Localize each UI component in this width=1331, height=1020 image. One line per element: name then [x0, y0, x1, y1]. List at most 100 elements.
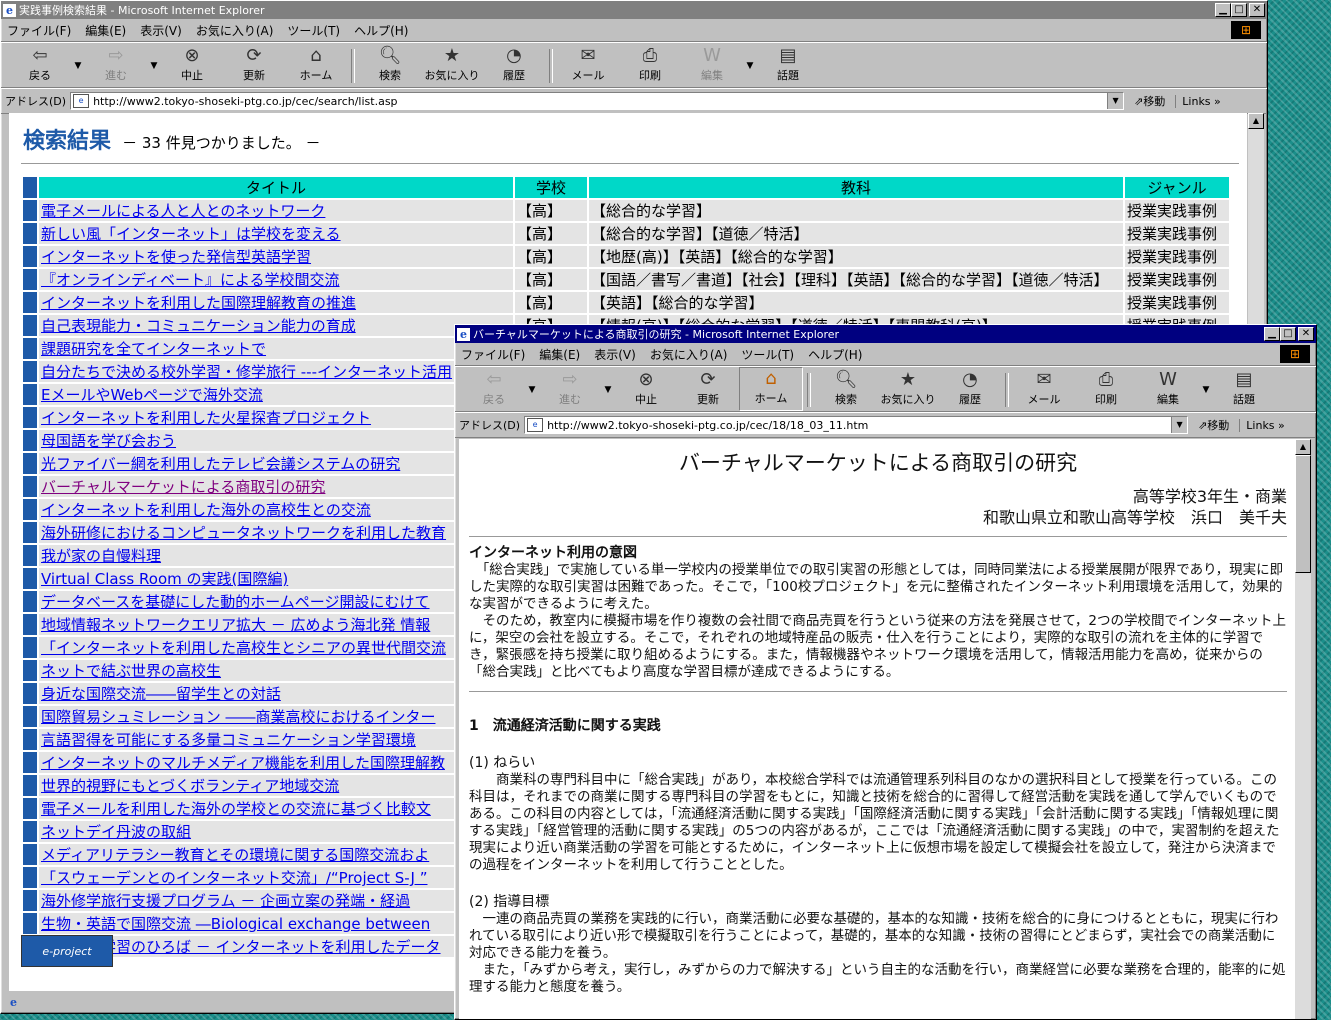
forward-dropdown[interactable]: ▼: [601, 385, 615, 411]
minimize-button[interactable]: ▁: [1215, 3, 1231, 17]
menu-favorites[interactable]: お気に入り(A): [650, 346, 728, 363]
maximize-button[interactable]: □: [1231, 3, 1247, 17]
back-window-titlebar[interactable]: e 実践事例検索結果 - Microsoft Internet Explorer…: [1, 1, 1267, 19]
scroll-up-button[interactable]: ▲: [1295, 439, 1311, 455]
stop-button[interactable]: ⊗ 中止: [161, 45, 223, 87]
row-title-link[interactable]: 母国語を学び会おう: [41, 432, 176, 450]
back-button[interactable]: ⇦ 戻る: [463, 369, 525, 411]
stop-button[interactable]: ⊗ 中止: [615, 369, 677, 411]
edit-dropdown[interactable]: ▼: [743, 61, 757, 87]
menu-favorites[interactable]: お気に入り(A): [196, 22, 274, 39]
front-browser-window[interactable]: e バーチャルマーケットによる商取引の研究 - Microsoft Intern…: [454, 324, 1317, 1020]
row-title-link[interactable]: データベースを基礎にした動的ホームページ開設にむけて: [41, 593, 430, 611]
row-title-link[interactable]: 自己表現能力・コミュニケーション能力の育成: [41, 317, 356, 335]
menu-view[interactable]: 表示(V): [594, 346, 636, 363]
close-button[interactable]: ✕: [1249, 3, 1265, 17]
scroll-thumb[interactable]: [1295, 455, 1311, 573]
row-title-link[interactable]: インターネットのマルチメディア機能を利用した国際理解教: [41, 754, 445, 772]
print-button[interactable]: ⎙ 印刷: [619, 45, 681, 87]
close-button[interactable]: ✕: [1298, 327, 1314, 341]
row-title-link[interactable]: 『オンラインディベート』による学校間交流: [41, 271, 340, 289]
home-icon: ⌂: [765, 368, 777, 389]
menu-tools[interactable]: ツール(T): [287, 22, 340, 39]
forward-button[interactable]: ⇨ 進む: [85, 45, 147, 87]
discuss-button[interactable]: ▤ 話題: [1213, 369, 1275, 411]
print-button[interactable]: ⎙ 印刷: [1075, 369, 1137, 411]
row-title-link[interactable]: 世界的視野にもとづくボランティア地域交流: [41, 777, 339, 795]
refresh-button[interactable]: ⟳ 更新: [223, 45, 285, 87]
address-input[interactable]: e http://www2.tokyo-shoseki-ptg.co.jp/ce…: [524, 416, 1189, 434]
scroll-up-button[interactable]: ▲: [1248, 113, 1264, 129]
row-title-link[interactable]: インターネットを使った発信型英語学習: [41, 248, 311, 266]
menu-view[interactable]: 表示(V): [140, 22, 182, 39]
back-dropdown[interactable]: ▼: [71, 61, 85, 87]
e-project-logo[interactable]: e-project: [21, 935, 113, 967]
row-title-link[interactable]: 課題研究を全てインターネットで: [41, 340, 266, 358]
links-button[interactable]: Links »: [1175, 94, 1221, 108]
address-dropdown[interactable]: ▼: [1107, 93, 1124, 109]
forward-arrow-icon: ⇨: [108, 45, 124, 66]
row-title-link[interactable]: 海外修学旅行支援プログラム － 企画立案の発端・経過: [41, 892, 410, 910]
menu-edit[interactable]: 編集(E): [85, 22, 126, 39]
row-title-link[interactable]: 我が家の自慢料理: [41, 547, 161, 565]
row-title-link[interactable]: 海外研修におけるコンピュータネットワークを利用した教育: [41, 524, 446, 542]
menu-tools[interactable]: ツール(T): [741, 346, 794, 363]
row-title-link[interactable]: 新しい風「インターネット」は学校を変える: [41, 225, 341, 243]
row-title-link[interactable]: 自分たちで決める校外学習・修学旅行 ---インターネット活用: [41, 363, 452, 381]
refresh-button[interactable]: ⟳ 更新: [677, 369, 739, 411]
history-button[interactable]: ◔ 履歴: [939, 369, 1001, 411]
row-title-link[interactable]: ネットで結ぶ世界の高校生: [41, 662, 221, 680]
go-button[interactable]: ⇗移動: [1134, 93, 1165, 109]
search-button[interactable]: 🔍︎ 検索: [359, 45, 421, 87]
menu-file[interactable]: ファイル(F): [461, 346, 525, 363]
row-title-link[interactable]: 地域情報ネットワークエリア拡大 － 広めよう海北発 情報: [41, 616, 430, 634]
links-button[interactable]: Links »: [1239, 418, 1285, 432]
row-title-link[interactable]: 国際貿易シュミレーション ――商業高校におけるインター: [41, 708, 435, 726]
history-button[interactable]: ◔ 履歴: [483, 45, 545, 87]
favorites-button[interactable]: ★ お気に入り: [421, 45, 483, 87]
row-title-link[interactable]: メディアリテラシー教育とその環境に関する国際交流およ: [41, 846, 429, 864]
favorites-button[interactable]: ★ お気に入り: [877, 369, 939, 411]
forward-dropdown[interactable]: ▼: [147, 61, 161, 87]
row-title-link[interactable]: 「スウェーデンとのインターネット交流」/“Project S-J ”: [41, 869, 428, 887]
row-title-link[interactable]: 「インターネットを利用した高校生とシニアの異世代間交流: [41, 639, 446, 657]
row-title-link[interactable]: ネットデイ丹波の取組: [41, 823, 191, 841]
front-window-titlebar[interactable]: e バーチャルマーケットによる商取引の研究 - Microsoft Intern…: [455, 325, 1316, 343]
row-title-link[interactable]: 生物・英語で国際交流 ―Biological exchange between: [41, 915, 430, 933]
forward-button[interactable]: ⇨ 進む: [539, 369, 601, 411]
front-vertical-scrollbar[interactable]: ▲: [1295, 439, 1311, 1019]
row-title-link[interactable]: 光ファイバー網を利用したテレビ会議システムの研究: [41, 455, 400, 473]
edit-button[interactable]: W 編集: [681, 45, 743, 87]
edit-dropdown[interactable]: ▼: [1199, 385, 1213, 411]
home-button[interactable]: ⌂ ホーム: [739, 367, 803, 411]
row-title-link[interactable]: インターネットを利用した火星探査プロジェクト: [41, 409, 371, 427]
row-title-link[interactable]: バーチャルマーケットによる商取引の研究: [41, 478, 325, 496]
address-dropdown[interactable]: ▼: [1171, 417, 1188, 433]
minimize-button[interactable]: ▁: [1264, 327, 1280, 341]
menu-file[interactable]: ファイル(F): [7, 22, 71, 39]
row-title-link[interactable]: 電子メールを利用した海外の学校との交流に基づく比較文: [41, 800, 431, 818]
menu-help[interactable]: ヘルプ(H): [808, 346, 862, 363]
menu-edit[interactable]: 編集(E): [539, 346, 580, 363]
row-title-link[interactable]: Virtual Class Room の実践(国際編): [41, 570, 288, 588]
back-button[interactable]: ⇦ 戻る: [9, 45, 71, 87]
row-title-link[interactable]: インターネットを利用した海外の高校生との交流: [41, 501, 371, 519]
row-title-link[interactable]: EメールやWebページで海外交流: [41, 386, 263, 404]
go-button[interactable]: ⇗移動: [1198, 417, 1229, 433]
row-title-link[interactable]: 身近な国際交流――留学生との対話: [41, 685, 281, 703]
menu-help[interactable]: ヘルプ(H): [354, 22, 408, 39]
row-title-link[interactable]: インターネットを利用した国際理解教育の推進: [41, 294, 356, 312]
edit-button[interactable]: W 編集: [1137, 369, 1199, 411]
history-icon: ◔: [962, 369, 978, 390]
maximize-button[interactable]: □: [1280, 327, 1296, 341]
mail-button[interactable]: ✉ メール: [1013, 369, 1075, 411]
row-title-link[interactable]: 電子メールによる人と人とのネットワーク: [41, 202, 325, 220]
row-title-link[interactable]: 言語習得を可能にする多量コミュニケーション学習環境: [41, 731, 416, 749]
search-button[interactable]: 🔍︎ 検索: [815, 369, 877, 411]
row-title-cell: 我が家の自慢料理: [39, 545, 513, 566]
back-dropdown[interactable]: ▼: [525, 385, 539, 411]
address-input[interactable]: e http://www2.tokyo-shoseki-ptg.co.jp/ce…: [70, 92, 1125, 110]
home-button[interactable]: ⌂ ホーム: [285, 45, 347, 87]
discuss-button[interactable]: ▤ 話題: [757, 45, 819, 87]
mail-button[interactable]: ✉ メール: [557, 45, 619, 87]
